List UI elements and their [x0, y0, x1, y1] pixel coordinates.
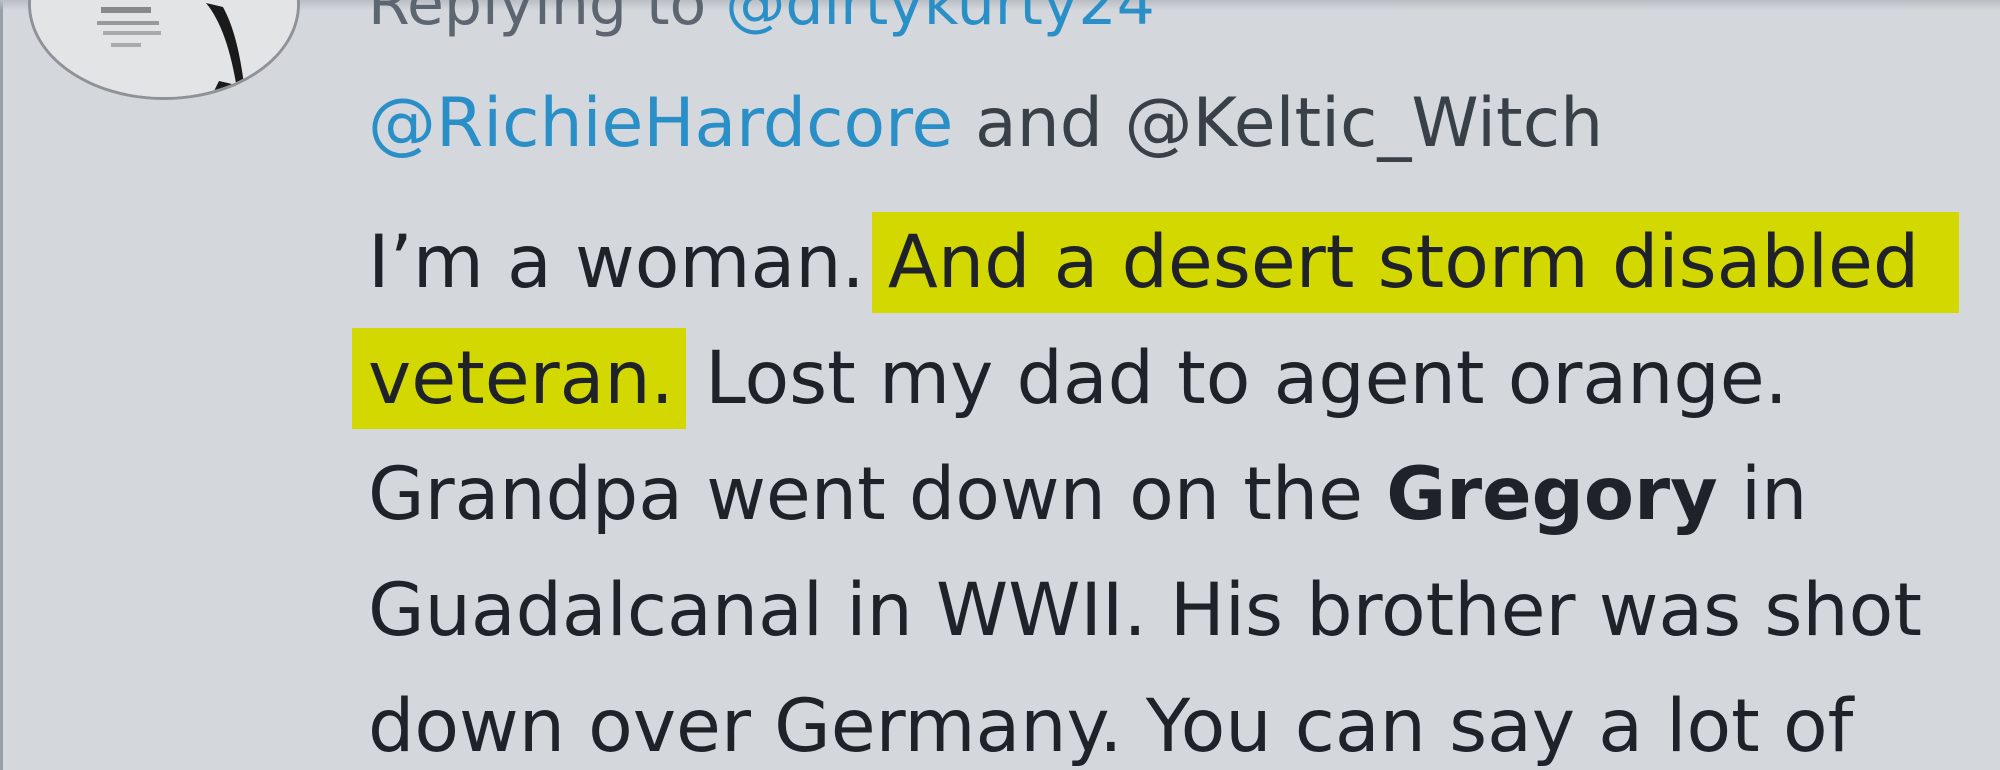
tweet-line-1: I’m a woman. And a desert storm disabled: [368, 205, 1988, 321]
tweet-text-segment: Grandpa went down on the: [368, 452, 1387, 537]
mention-joiner: and: [953, 84, 1125, 163]
tweet-line-3: Grandpa went down on the Gregory in: [368, 437, 1988, 553]
highlighted-text: And a desert storm disabled: [871, 212, 1960, 313]
tweet-text-segment: in: [1717, 452, 1808, 537]
mentions-line: @RichieHardcore and @Keltic_Witch: [368, 86, 1603, 162]
tweet-line-4: Guadalcanal in WWII. His brother was sho…: [368, 568, 1922, 653]
profile-avatar[interactable]: [28, 0, 300, 100]
reply-to-mention-link[interactable]: @dirtykurty24: [725, 0, 1154, 39]
podcast-avatar-icon: [31, 0, 297, 97]
left-frame-edge: [0, 0, 3, 770]
replying-to-label: Replying to: [368, 0, 726, 39]
tweet-text-segment: Lost my dad to agent orange.: [681, 336, 1788, 421]
tweet-line-2: veteran. Lost my dad to agent orange.: [352, 321, 1988, 437]
tweet-text-segment: I’m a woman.: [368, 220, 888, 305]
bold-text: Gregory: [1386, 452, 1718, 537]
mention-link-richiehardcore[interactable]: @RichieHardcore: [368, 84, 953, 163]
replying-to-line: Replying to @dirtykurty24: [368, 0, 1155, 36]
tweet-line-5: down over Germany. You can say a lot of: [368, 684, 1854, 769]
mention-link-keltic-witch: @Keltic_Witch: [1124, 84, 1604, 163]
tweet-text: I’m a woman. And a desert storm disabled…: [352, 205, 1988, 770]
highlighted-text: veteran.: [352, 328, 686, 429]
